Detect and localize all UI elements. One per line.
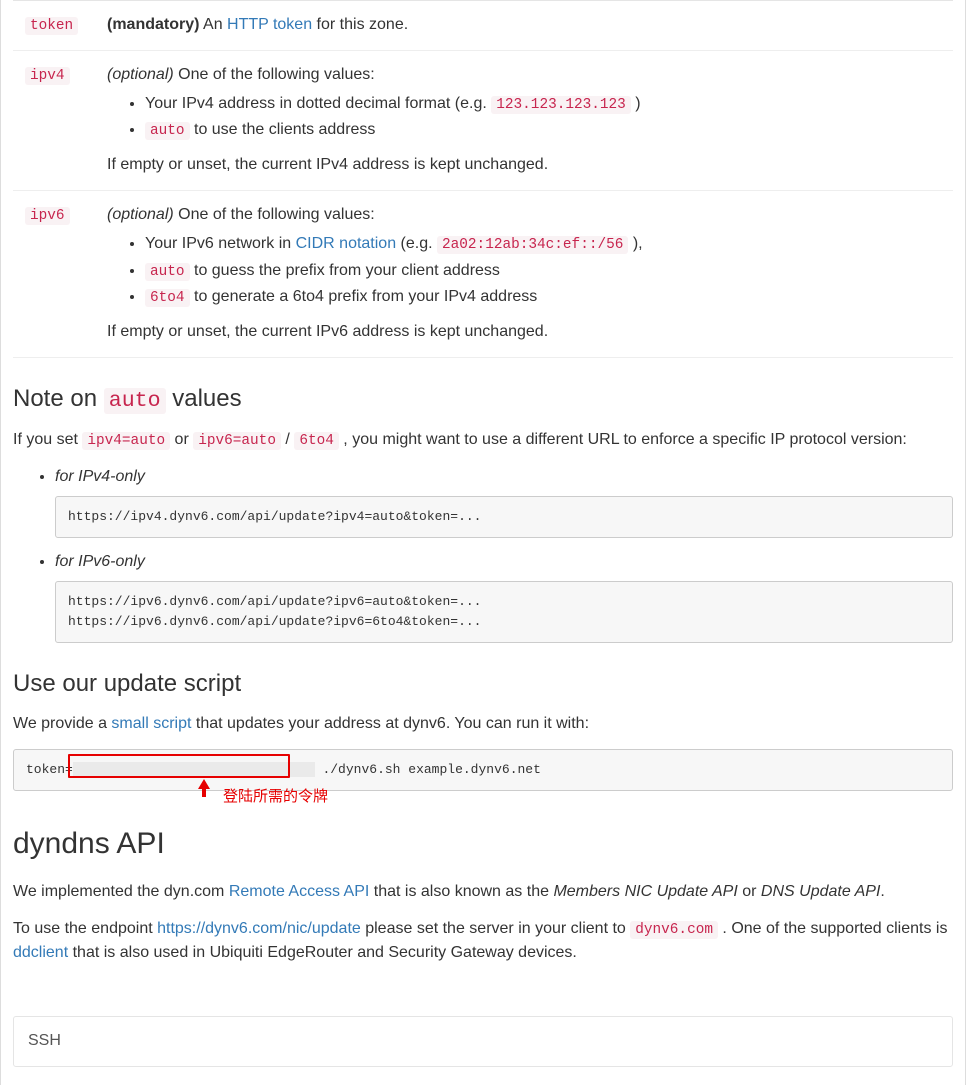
code-suffix: ./dynv6.sh example.dynv6.net xyxy=(315,762,541,777)
text: (e.g. xyxy=(396,235,437,252)
mandatory-label: (mandatory) xyxy=(107,16,199,33)
ipv4-only-label: for IPv4-only xyxy=(55,468,145,485)
param-key-cell: ipv6 xyxy=(13,190,95,357)
auto-code: auto xyxy=(145,263,190,281)
text: ) xyxy=(631,95,641,112)
ipv4-empty-note: If empty or unset, the current IPv4 addr… xyxy=(107,153,941,178)
param-row-ipv4: ipv4 (optional) One of the following val… xyxy=(13,50,953,190)
sixtofour-code: 6to4 xyxy=(294,432,339,450)
param-row-token: token (mandatory) An HTTP token for this… xyxy=(13,1,953,51)
text: that is also known as the xyxy=(369,883,553,900)
param-key-cell: token xyxy=(13,1,95,51)
list-item: Your IPv6 network in CIDR notation (e.g.… xyxy=(145,232,941,257)
list-item: Your IPv4 address in dotted decimal form… xyxy=(145,92,941,117)
ssh-card: SSH xyxy=(13,1016,953,1067)
optional-label: (optional) xyxy=(107,66,174,83)
dns-update-api: DNS Update API xyxy=(761,883,880,900)
text: that is also used in Ubiquiti EdgeRouter… xyxy=(68,944,577,961)
dyndns-p2: To use the endpoint https://dynv6.com/ni… xyxy=(13,917,953,967)
ipv6-only-codeblock[interactable]: https://ipv6.dynv6.com/api/update?ipv6=a… xyxy=(55,581,953,643)
code-token-masked xyxy=(73,762,315,777)
code-prefix: token= xyxy=(26,762,73,777)
text: please set the server in your client to xyxy=(361,920,630,937)
update-script-sentence: We provide a small script that updates y… xyxy=(13,712,953,737)
text: for this zone. xyxy=(312,16,408,33)
text: ), xyxy=(628,235,642,252)
update-script-codeblock[interactable]: token= ./dynv6.sh example.dynv6.net xyxy=(13,749,953,791)
nic-update-link[interactable]: https://dynv6.com/nic/update xyxy=(157,920,361,937)
param-table: token (mandatory) An HTTP token for this… xyxy=(13,0,953,358)
small-script-link[interactable]: small script xyxy=(111,715,191,732)
text: . One of the supported clients is xyxy=(718,920,947,937)
auto-code: auto xyxy=(104,388,166,414)
ddclient-link[interactable]: ddclient xyxy=(13,944,68,961)
update-script-heading: Use our update script xyxy=(13,665,953,702)
param-desc-ipv6: (optional) One of the following values: … xyxy=(95,190,953,357)
param-desc-token: (mandatory) An HTTP token for this zone. xyxy=(95,1,953,51)
http-token-link[interactable]: HTTP token xyxy=(227,16,312,33)
ipv4-example-code: 123.123.123.123 xyxy=(491,96,631,114)
text: to guess the prefix from your client add… xyxy=(190,262,500,279)
text: to generate a 6to4 prefix from your IPv4… xyxy=(190,288,538,305)
ipv6-empty-note: If empty or unset, the current IPv6 addr… xyxy=(107,320,941,345)
auto-code: auto xyxy=(145,122,190,140)
sixtofour-code: 6to4 xyxy=(145,289,190,307)
ipv4-only-codeblock[interactable]: https://ipv4.dynv6.com/api/update?ipv4=a… xyxy=(55,496,953,538)
param-key-ipv6: ipv6 xyxy=(25,207,70,225)
text: If you set xyxy=(13,431,82,448)
text: One of the following values: xyxy=(174,66,375,83)
token-codeblock-wrap: token= ./dynv6.sh example.dynv6.net 登陆所需… xyxy=(13,749,953,791)
text: One of the following values: xyxy=(174,206,375,223)
param-key-token: token xyxy=(25,17,78,35)
ipv4-values-list: Your IPv4 address in dotted decimal form… xyxy=(127,92,941,144)
text: . xyxy=(880,883,884,900)
text: that updates your address at dynv6. You … xyxy=(191,715,589,732)
param-desc-ipv4: (optional) One of the following values: … xyxy=(95,50,953,190)
dyndns-heading: dyndns API xyxy=(13,821,953,868)
list-item: auto to use the clients address xyxy=(145,118,941,143)
note-heading: Note on auto values xyxy=(13,380,953,418)
dynv6-server-code: dynv6.com xyxy=(630,921,718,939)
ipv6-values-list: Your IPv6 network in CIDR notation (e.g.… xyxy=(127,232,941,310)
text: To use the endpoint xyxy=(13,920,157,937)
list-item: for IPv6-only https://ipv6.dynv6.com/api… xyxy=(55,550,953,643)
text: values xyxy=(166,385,242,412)
param-key-cell: ipv4 xyxy=(13,50,95,190)
note-examples-list: for IPv4-only https://ipv4.dynv6.com/api… xyxy=(37,465,953,643)
content: token (mandatory) An HTTP token for this… xyxy=(13,0,953,1085)
param-key-ipv4: ipv4 xyxy=(25,67,70,85)
list-item: for IPv4-only https://ipv4.dynv6.com/api… xyxy=(55,465,953,538)
note-sentence: If you set ipv4=auto or ipv6=auto / 6to4… xyxy=(13,428,953,453)
cidr-notation-link[interactable]: CIDR notation xyxy=(296,235,397,252)
text: We provide a xyxy=(13,715,111,732)
text: to use the clients address xyxy=(190,121,376,138)
text: Your IPv6 network in xyxy=(145,235,296,252)
text: Your IPv4 address in dotted decimal form… xyxy=(145,95,491,112)
members-nic-api: Members NIC Update API xyxy=(553,883,737,900)
text: or xyxy=(738,883,761,900)
remote-access-api-link[interactable]: Remote Access API xyxy=(229,883,370,900)
ipv4-auto-code: ipv4=auto xyxy=(82,432,170,450)
optional-label: (optional) xyxy=(107,206,174,223)
param-row-ipv6: ipv6 (optional) One of the following val… xyxy=(13,190,953,357)
text: or xyxy=(170,431,193,448)
ssh-card-header[interactable]: SSH xyxy=(14,1017,952,1066)
text: Note on xyxy=(13,385,104,412)
text: We implemented the dyn.com xyxy=(13,883,229,900)
ipv6-example-code: 2a02:12ab:34c:ef::/56 xyxy=(437,236,628,254)
dyndns-p1: We implemented the dyn.com Remote Access… xyxy=(13,880,953,905)
text: , you might want to use a different URL … xyxy=(339,431,907,448)
page-container: token (mandatory) An HTTP token for this… xyxy=(0,0,966,1085)
text: / xyxy=(281,431,294,448)
ipv6-auto-code: ipv6=auto xyxy=(193,432,281,450)
ipv6-only-label: for IPv6-only xyxy=(55,553,145,570)
list-item: auto to guess the prefix from your clien… xyxy=(145,259,941,284)
text: An xyxy=(199,16,227,33)
list-item: 6to4 to generate a 6to4 prefix from your… xyxy=(145,285,941,310)
